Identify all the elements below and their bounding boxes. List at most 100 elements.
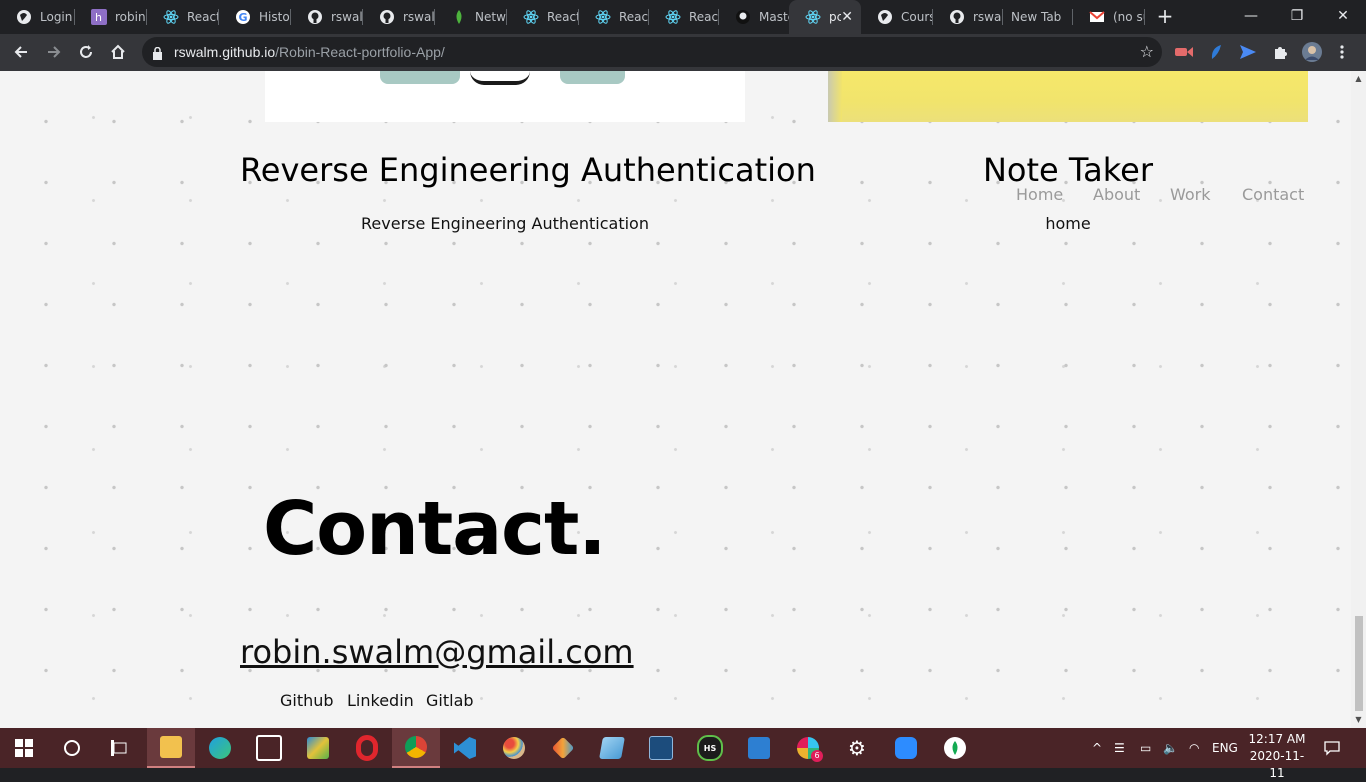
- notepad-icon: [599, 737, 625, 759]
- tab-title: Login: [40, 10, 73, 24]
- react-icon: [595, 9, 611, 25]
- start-button[interactable]: [0, 728, 48, 768]
- taskbar-video-editor[interactable]: [735, 728, 783, 768]
- taskbar-hs[interactable]: HS: [686, 728, 734, 768]
- wifi-icon[interactable]: ◠: [1189, 728, 1199, 768]
- nav-contact-link[interactable]: Contact: [1242, 185, 1304, 204]
- system-clock[interactable]: 12:17 AM 2020-11-11: [1244, 731, 1310, 782]
- globe-icon: [16, 9, 32, 25]
- taskbar-edge[interactable]: [196, 728, 244, 768]
- bookmark-star-icon[interactable]: ☆: [1140, 42, 1154, 61]
- google-icon: G: [235, 9, 251, 25]
- profile-avatar-icon[interactable]: [1302, 42, 1322, 62]
- mysql-workbench-icon: [649, 736, 673, 760]
- nav-home-link[interactable]: Home: [1016, 185, 1063, 204]
- tab-network[interactable]: Netwo: [435, 0, 507, 34]
- back-button[interactable]: [7, 38, 35, 66]
- react-icon: [805, 9, 821, 25]
- close-tab-icon[interactable]: ✕: [841, 9, 853, 25]
- nav-about-link[interactable]: About: [1093, 185, 1140, 204]
- tab-master[interactable]: Maste: [719, 0, 789, 34]
- language-indicator[interactable]: ENG: [1212, 728, 1238, 768]
- taskbar-zoom[interactable]: [882, 728, 930, 768]
- chrome-icon: [405, 736, 427, 758]
- close-window-button[interactable]: ✕: [1320, 0, 1366, 32]
- video-editor-icon: [748, 737, 770, 759]
- react-icon: [665, 9, 681, 25]
- taskbar-slack[interactable]: 6: [784, 728, 832, 768]
- project-image-reverse-engineering[interactable]: [265, 71, 745, 122]
- tab-title: React: [187, 10, 219, 24]
- puzzle-extensions-icon[interactable]: [1270, 42, 1290, 62]
- nav-work-link[interactable]: Work: [1170, 185, 1211, 204]
- project-description-note-taker: home: [1045, 214, 1091, 233]
- project-image-note-taker[interactable]: [828, 71, 1308, 122]
- forward-button[interactable]: [40, 38, 68, 66]
- page-scrollbar[interactable]: ▲ ▼: [1351, 71, 1366, 728]
- task-view-button[interactable]: [96, 728, 144, 768]
- minimize-button[interactable]: —: [1228, 0, 1274, 32]
- screen-recorder-extension-icon[interactable]: [1174, 42, 1194, 62]
- tab-courses[interactable]: Cours: [861, 0, 933, 34]
- taskbar-opera[interactable]: [343, 728, 391, 768]
- reload-button[interactable]: [72, 38, 100, 66]
- show-hidden-icons-chevron-icon[interactable]: ^: [1092, 728, 1102, 768]
- maximize-button[interactable]: ❐: [1274, 0, 1320, 32]
- react-icon: [523, 9, 539, 25]
- paint-icon: [503, 737, 525, 759]
- taskbar-file-explorer[interactable]: [147, 728, 195, 768]
- tab-rswalm-2[interactable]: rswalm: [363, 0, 435, 34]
- globe-icon: [877, 9, 893, 25]
- contact-email-link[interactable]: robin.swalm@gmail.com: [240, 633, 634, 671]
- linkedin-link[interactable]: Linkedin: [347, 691, 414, 710]
- taskbar-paint[interactable]: [490, 728, 538, 768]
- react-icon: [163, 9, 179, 25]
- search-button[interactable]: [48, 728, 96, 768]
- tab-react-3[interactable]: React: [579, 0, 649, 34]
- taskbar-mysql-workbench[interactable]: [637, 728, 685, 768]
- new-tab-button[interactable]: +: [1154, 4, 1176, 28]
- chrome-menu-icon[interactable]: [1332, 42, 1352, 62]
- taskbar-notepad[interactable]: [588, 728, 636, 768]
- scroll-up-arrow-icon[interactable]: ▲: [1354, 74, 1363, 83]
- photo-app-icon: [307, 737, 329, 759]
- tab-title: pc: [829, 10, 842, 24]
- github-link[interactable]: Github: [280, 691, 334, 710]
- send-extension-icon[interactable]: [1238, 42, 1258, 62]
- tab-history[interactable]: G History: [219, 0, 291, 34]
- tab-login[interactable]: Login: [0, 0, 75, 34]
- battery-icon[interactable]: ▭: [1140, 728, 1151, 768]
- gitlab-link[interactable]: Gitlab: [426, 691, 474, 710]
- taskbar-settings[interactable]: ⚙: [833, 728, 881, 768]
- mongodb-leaf-icon: [451, 9, 467, 25]
- tab-react-4[interactable]: React: [649, 0, 719, 34]
- tab-robins[interactable]: h robins: [75, 0, 147, 34]
- tab-react-1[interactable]: React: [147, 0, 219, 34]
- address-bar[interactable]: rswalm.github.io/Robin-React-portfolio-A…: [142, 37, 1162, 67]
- windows-taskbar: HS 6 ⚙ ^ ☰ ▭ 🔈 ◠ ENG 12:17 AM 2020-11-11: [0, 728, 1366, 780]
- tab-react-2[interactable]: React: [507, 0, 579, 34]
- git-icon: [551, 736, 575, 760]
- tab-rswalm-3[interactable]: rswalm: [933, 0, 1003, 34]
- taskbar-chrome[interactable]: [392, 728, 440, 768]
- action-center-icon[interactable]: [1324, 728, 1340, 768]
- tab-title: History: [259, 10, 291, 24]
- tab-new-tab[interactable]: New Tab: [1003, 0, 1073, 34]
- tab-rswalm-1[interactable]: rswalm: [291, 0, 363, 34]
- notification-tray-icon[interactable]: ☰: [1114, 728, 1125, 768]
- scroll-down-arrow-icon[interactable]: ▼: [1354, 715, 1363, 724]
- volume-icon[interactable]: 🔈: [1163, 728, 1178, 768]
- taskbar-snipping-tool[interactable]: [245, 728, 293, 768]
- taskbar-photo-app[interactable]: [294, 728, 342, 768]
- taskbar-mongodb-compass[interactable]: [931, 728, 979, 768]
- svg-text:h: h: [95, 11, 102, 24]
- browser-toolbar: rswalm.github.io/Robin-React-portfolio-A…: [0, 34, 1366, 71]
- taskbar-git[interactable]: [539, 728, 587, 768]
- tab-gmail[interactable]: (no su: [1073, 0, 1145, 34]
- edge-icon: [209, 737, 231, 759]
- home-button[interactable]: [104, 38, 132, 66]
- taskbar-vscode[interactable]: [441, 728, 489, 768]
- tab-active-portfolio[interactable]: pc ✕: [789, 0, 861, 34]
- scrollbar-thumb[interactable]: [1355, 616, 1363, 711]
- feather-extension-icon[interactable]: [1206, 42, 1226, 62]
